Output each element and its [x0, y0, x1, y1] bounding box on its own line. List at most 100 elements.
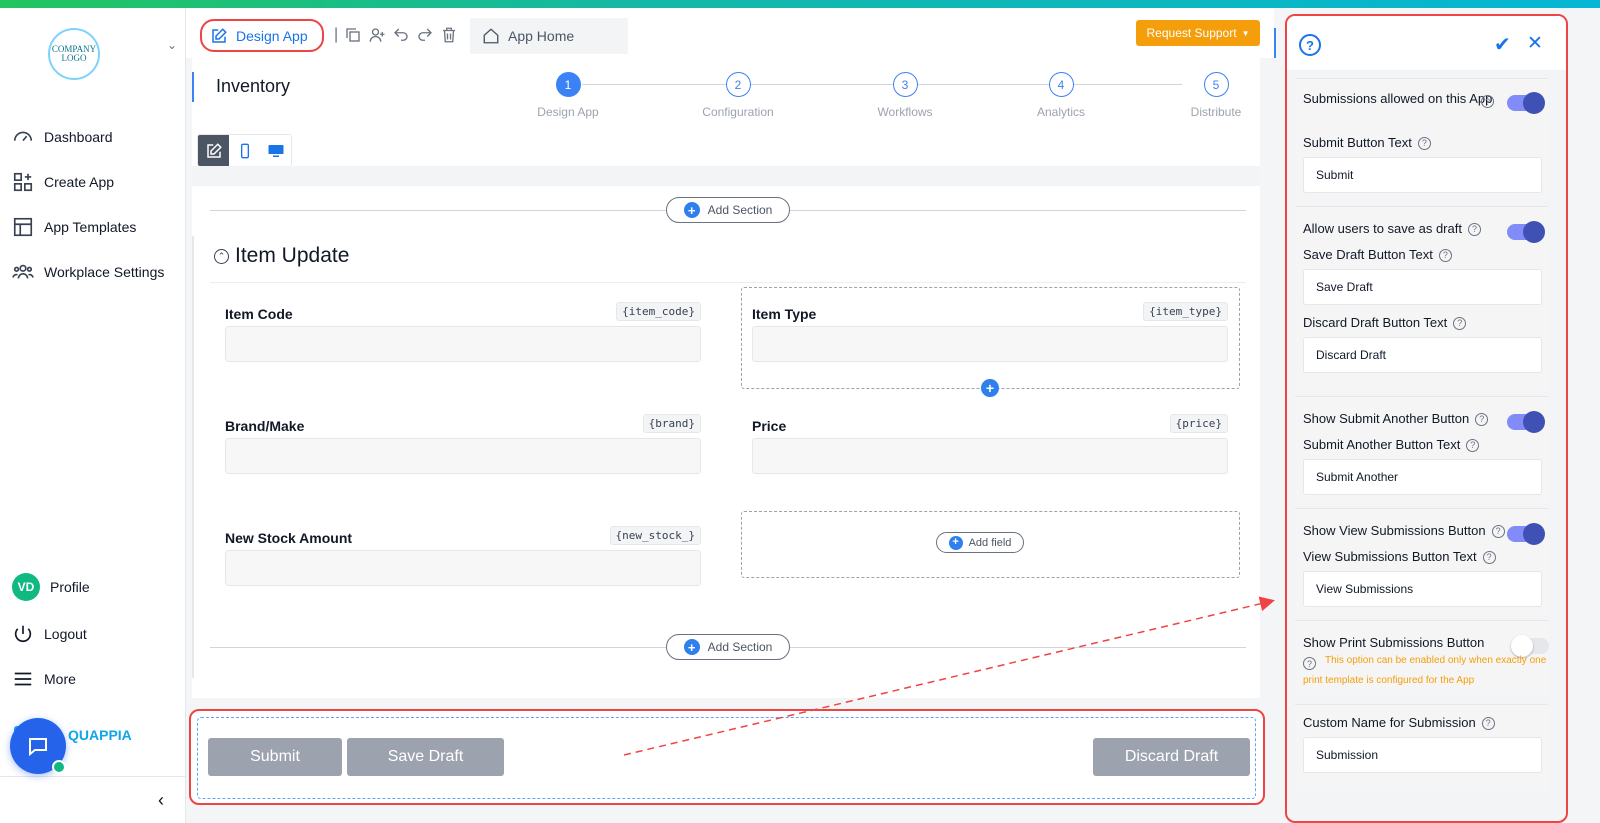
help-icon[interactable]: ? [1453, 317, 1467, 331]
help-icon[interactable]: ? [1299, 34, 1321, 56]
add-user-icon[interactable] [368, 26, 386, 44]
edit-icon [206, 142, 222, 158]
price-input[interactable] [752, 438, 1228, 474]
submissions-allowed-toggle[interactable] [1507, 92, 1545, 114]
sidebar-item-dashboard[interactable]: Dashboard [12, 126, 113, 148]
field-label: New Stock Amount [225, 530, 353, 546]
desktop-view-button[interactable] [260, 135, 291, 166]
app-home-tab[interactable]: App Home [470, 18, 628, 54]
users-icon [12, 264, 34, 279]
show-print-label: Show Print Submissions Button [1303, 635, 1485, 650]
view-submissions-toggle[interactable] [1507, 523, 1545, 545]
view-submissions-text-input[interactable]: View Submissions [1303, 571, 1542, 607]
desktop-icon [268, 144, 283, 157]
create-app-icon [13, 172, 33, 192]
undo-icon[interactable] [392, 26, 410, 44]
step-label: Distribute [1190, 105, 1242, 119]
item-type-input[interactable] [752, 326, 1228, 362]
new-stock-amount-input[interactable] [225, 550, 701, 586]
step-number: 5 [1203, 72, 1229, 97]
close-icon[interactable]: ✕ [1527, 32, 1543, 55]
step-design-app[interactable]: 1 Design App [508, 72, 628, 119]
online-status-dot [52, 760, 66, 774]
field-variable-tag: {item_code} [616, 302, 701, 321]
plus-icon: + [683, 639, 700, 655]
help-icon[interactable]: ? [1475, 413, 1489, 427]
field-item-code[interactable]: Item Code {item_code} [225, 302, 701, 368]
copy-icon[interactable] [344, 26, 362, 44]
allow-draft-toggle[interactable] [1507, 221, 1545, 243]
help-icon[interactable]: ? [1481, 95, 1494, 108]
help-icon[interactable]: ? [1467, 223, 1481, 237]
submit-another-text-input[interactable]: Submit Another [1303, 459, 1542, 495]
step-distribute[interactable]: 5 Distribute [1156, 72, 1276, 119]
discard-draft-button[interactable]: Discard Draft [1093, 738, 1250, 776]
add-section-button[interactable]: + Add Section [666, 197, 790, 223]
sidebar-item-create-app[interactable]: Create App [12, 171, 114, 193]
templates-icon [13, 217, 33, 237]
sidebar-item-profile[interactable]: VD Profile [12, 573, 90, 601]
field-new-stock-amount[interactable]: New Stock Amount {new_stock_} [225, 526, 701, 592]
allow-draft-label: Allow users to save as draft [1303, 221, 1462, 236]
collapse-sidebar-icon[interactable]: ‹ [158, 790, 164, 811]
help-icon[interactable]: ? [1466, 439, 1480, 453]
mobile-view-button[interactable] [229, 135, 260, 166]
step-label: Analytics [1036, 105, 1086, 119]
save-draft-text-input[interactable]: Save Draft [1303, 269, 1542, 305]
save-draft-button[interactable]: Save Draft [347, 738, 504, 776]
edit-view-button[interactable] [198, 135, 229, 166]
sidebar-item-more[interactable]: More [12, 668, 76, 690]
sidebar-item-workplace-settings[interactable]: Workplace Settings [12, 261, 164, 283]
add-section-button[interactable]: + Add Section [666, 634, 790, 660]
request-support-button[interactable]: Request Support ▼ [1136, 20, 1260, 46]
item-code-input[interactable] [225, 326, 701, 362]
settings-card-print: Show Print Submissions Button ? This opt… [1295, 620, 1549, 696]
canvas-gutter [192, 166, 1260, 186]
step-configuration[interactable]: 2 Configuration [678, 72, 798, 119]
discard-draft-text-label: Discard Draft Button Text [1303, 315, 1448, 330]
submit-button-text-label: Submit Button Text [1303, 135, 1412, 150]
option-label: Custom Name for Submission? [1303, 713, 1495, 732]
option-label: View Submissions Button Text? [1303, 547, 1496, 566]
help-icon[interactable]: ? [1417, 137, 1431, 151]
help-icon[interactable]: ? [1438, 249, 1452, 263]
brand-input[interactable] [225, 438, 701, 474]
company-logo[interactable]: COMPANY LOGO [48, 28, 100, 80]
sidebar-item-label: Dashboard [44, 129, 113, 145]
discard-draft-text-input[interactable]: Discard Draft [1303, 337, 1542, 373]
design-app-label: Design App [236, 27, 308, 44]
help-icon[interactable]: ? [1482, 551, 1496, 565]
help-icon[interactable]: ? [1481, 717, 1495, 731]
field-item-type[interactable]: Item Type {item_type} [752, 302, 1228, 368]
submit-button[interactable]: Submit [208, 738, 342, 776]
add-field-button[interactable]: + Add field [936, 532, 1024, 553]
sidebar-item-label: Logout [44, 626, 87, 642]
chevron-up-icon[interactable]: ⌃ [214, 248, 229, 264]
divider [210, 282, 1246, 283]
submit-another-toggle[interactable] [1507, 411, 1545, 433]
panel-header: ? ✔ ✕ [1287, 16, 1566, 70]
settings-card-custom-name: Custom Name for Submission? Submission [1295, 704, 1548, 792]
submit-button-text-input[interactable]: Submit [1303, 157, 1542, 193]
add-field-plus-icon[interactable]: + [981, 379, 999, 397]
plus-icon: + [683, 202, 700, 218]
field-label: Price [752, 418, 787, 434]
option-label: Submissions allowed on this App [1303, 89, 1493, 108]
step-analytics[interactable]: 4 Analytics [1001, 72, 1121, 119]
design-app-button[interactable]: Design App [200, 19, 324, 52]
edit-icon [212, 27, 227, 43]
sidebar-item-app-templates[interactable]: App Templates [12, 216, 136, 238]
field-price[interactable]: Price {price} [752, 414, 1228, 480]
step-workflows[interactable]: 3 Workflows [845, 72, 965, 119]
custom-name-input[interactable]: Submission [1303, 737, 1542, 773]
redo-icon[interactable] [416, 26, 434, 44]
sidebar-item-label: More [44, 671, 76, 687]
trash-icon[interactable] [440, 26, 458, 44]
chevron-down-icon[interactable]: ⌄ [167, 38, 177, 52]
help-icon[interactable]: ? [1491, 525, 1505, 539]
option-label: Show Print Submissions Button [1303, 633, 1484, 652]
sidebar-item-logout[interactable]: Logout [12, 623, 87, 645]
field-brand[interactable]: Brand/Make {brand} [225, 414, 701, 480]
check-icon[interactable]: ✔ [1494, 32, 1511, 57]
step-number: 2 [725, 72, 751, 97]
